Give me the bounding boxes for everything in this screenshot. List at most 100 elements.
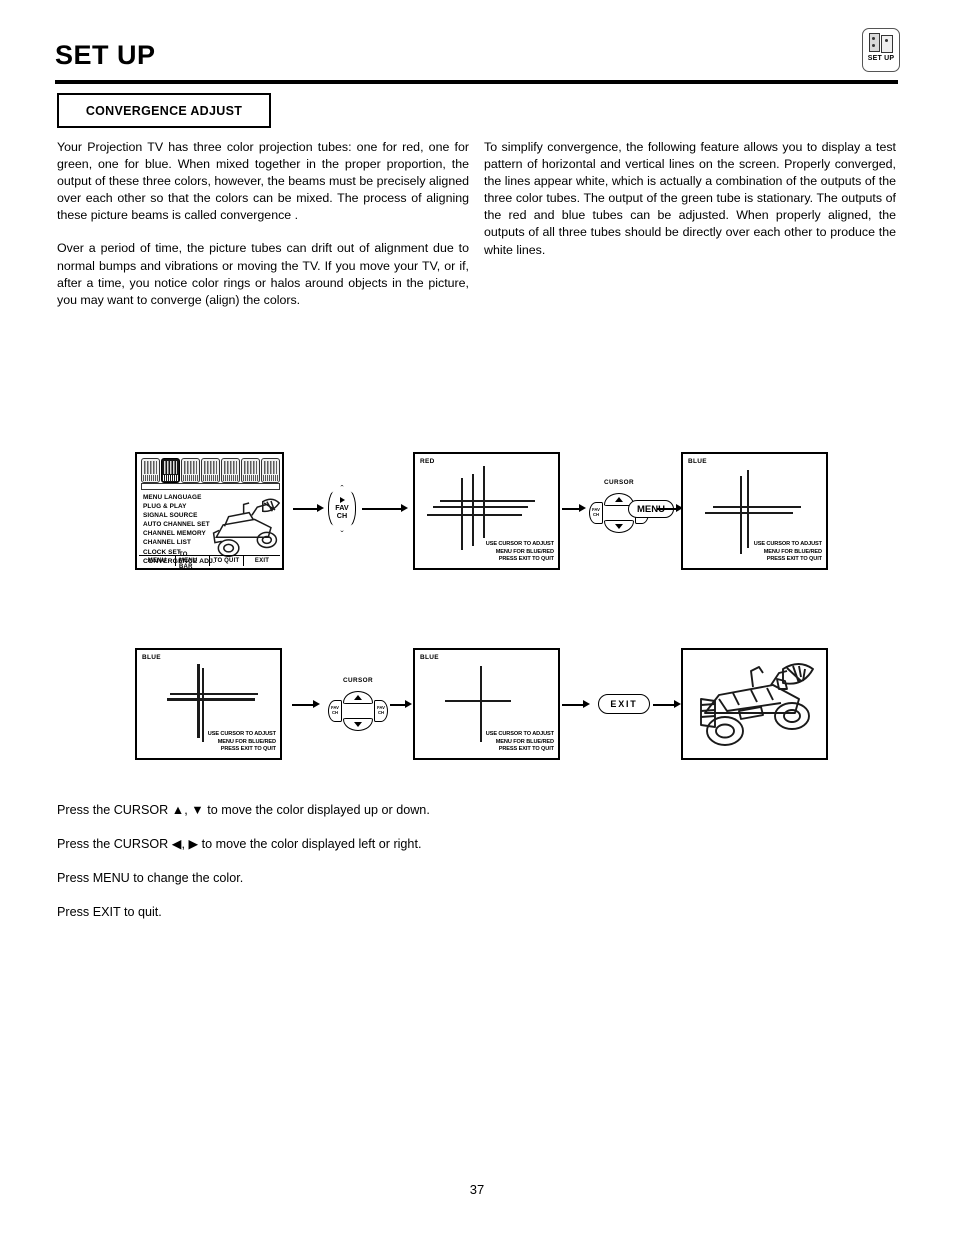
instruction-line: Press MENU to change the color.	[57, 871, 244, 885]
page-title: SET UP	[55, 40, 156, 70]
osd-icon-video[interactable]	[201, 458, 220, 483]
fav-ch-button[interactable]: FAV CH	[328, 485, 356, 532]
osd-icon-closed-caption[interactable]	[181, 458, 200, 483]
instruction-line: Press the CURSOR ▲, ▼ to move the color …	[57, 803, 430, 817]
cursor-pad-control[interactable]: CURSOR FAVCH FAVCH	[327, 677, 389, 733]
osd-icon-picture[interactable]	[141, 458, 160, 483]
cursor-down-button[interactable]	[343, 718, 373, 731]
osd-bottom-menu[interactable]: MENU	[139, 556, 176, 566]
setup-panel-icon	[868, 32, 895, 54]
flow-arrow-line	[390, 704, 406, 706]
final-picture-screen	[681, 648, 828, 760]
green-horizontal-line	[167, 698, 255, 701]
osd-bottom-to-quit: TO QUIT	[210, 556, 244, 566]
ch-label: CH	[592, 512, 600, 517]
green-horizontal-line	[433, 506, 528, 509]
screen-instruction-note: USE CURSOR TO ADJUST MENU FOR BLUE/RED P…	[754, 541, 822, 564]
green-horizontal-line	[713, 506, 801, 509]
page-header: SET UP	[55, 42, 897, 69]
flow-arrow-head	[405, 700, 412, 708]
flow-arrow-line	[362, 508, 402, 510]
exit-button[interactable]: EXIT	[598, 694, 650, 714]
note-line: USE CURSOR TO ADJUST	[485, 731, 554, 738]
section-heading-box: CONVERGENCE ADJUST	[57, 93, 271, 128]
note-line: MENU FOR BLUE/RED	[217, 738, 276, 745]
note-line: PRESS EXIT TO QUIT	[498, 556, 554, 563]
screen-color-tag: BLUE	[142, 654, 161, 661]
flow-arrow-head	[674, 700, 681, 708]
ch-label: CH	[331, 710, 339, 715]
cursor-up-button[interactable]	[343, 691, 373, 704]
osd-icon-info[interactable]	[261, 458, 281, 483]
screen-color-tag: RED	[420, 458, 435, 465]
flow-arrow-line	[657, 508, 677, 510]
section-heading-label: CONVERGENCE ADJUST	[85, 103, 243, 118]
note-line: PRESS EXIT TO QUIT	[498, 746, 554, 753]
osd-icon-setup[interactable]	[161, 458, 180, 483]
screen-instruction-note: USE CURSOR TO ADJUST MENU FOR BLUE/RED P…	[486, 731, 554, 754]
instructions-block: Press the CURSOR ▲, ▼ to move the color …	[57, 802, 577, 938]
flow-arrow-head	[583, 700, 590, 708]
flow-arrow-line	[293, 508, 318, 510]
flow-arrow-head	[401, 504, 408, 512]
screen-color-tag: BLUE	[688, 458, 707, 465]
screen-instruction-note: USE CURSOR TO ADJUST MENU FOR BLUE/RED P…	[486, 541, 554, 564]
instruction-line: Press EXIT to quit.	[57, 905, 162, 919]
setup-badge: SET UP	[862, 28, 900, 72]
green-vertical-line	[472, 474, 475, 546]
paragraph: To simplify convergence, the following f…	[484, 140, 896, 257]
osd-icon-audio[interactable]	[221, 458, 240, 483]
cursor-right-button[interactable]: FAVCH	[374, 700, 388, 722]
flow-arrow-head	[579, 504, 586, 512]
blue-horizontal-line	[427, 514, 522, 517]
osd-bottom-bar: MENU TO MENU BAR TO QUIT EXIT	[139, 552, 280, 568]
green-vertical-line	[747, 470, 750, 548]
osd-icon-bar-underline	[141, 483, 280, 490]
cursor-left-button[interactable]: FAV CH	[328, 700, 342, 722]
down-arrow-icon	[615, 524, 623, 529]
note-line: MENU FOR BLUE/RED	[763, 548, 822, 555]
note-line: USE CURSOR TO ADJUST	[753, 541, 822, 548]
exit-button-label: EXIT	[610, 699, 638, 709]
header-divider	[55, 80, 898, 84]
osd-icon-bar	[141, 458, 281, 483]
note-line: USE CURSOR TO ADJUST	[207, 731, 276, 738]
flow-arrow-line	[292, 704, 314, 706]
cursor-pad-label: CURSOR	[342, 677, 374, 684]
blue-horizontal-line	[170, 693, 258, 696]
flow-arrow-head	[317, 504, 324, 512]
note-line: USE CURSOR TO ADJUST	[485, 541, 554, 548]
flow-arrow-line	[653, 704, 675, 706]
green-vertical-line	[197, 664, 200, 738]
flow-arrow-line	[562, 704, 584, 706]
blue-vertical-line	[202, 668, 205, 742]
flow-arrow-line	[562, 508, 580, 510]
osd-bottom-to-menu-bar: TO MENU BAR	[176, 552, 210, 568]
note-line: MENU FOR BLUE/RED	[495, 738, 554, 745]
page-number: 37	[0, 1182, 954, 1197]
page-number-value: 37	[469, 1182, 485, 1197]
osd-icon-v-chip[interactable]	[241, 458, 260, 483]
cursor-left-button[interactable]: FAV CH	[589, 502, 603, 524]
body-column-left: Your Projection TV has three color proje…	[57, 139, 469, 325]
setup-badge-label: SET UP	[867, 55, 895, 62]
osd-bottom-exit[interactable]: EXIT	[244, 556, 280, 566]
converged-vertical-line	[480, 666, 483, 742]
osd-menu-screen: MENU LANGUAGE PLUG & PLAY SIGNAL SOURCE …	[135, 452, 284, 570]
blue-test-pattern-screen-adjusting: BLUE USE CURSOR TO ADJUST MENU FOR BLUE/…	[135, 648, 282, 760]
note-line: PRESS EXIT TO QUIT	[766, 556, 822, 563]
note-line: MENU FOR BLUE/RED	[495, 548, 554, 555]
rover-illustration	[212, 498, 281, 558]
cursor-down-button[interactable]	[604, 520, 634, 533]
red-test-pattern-screen: RED USE CURSOR TO ADJUST MENU FOR BLUE/R…	[413, 452, 560, 570]
rover-illustration	[700, 663, 814, 746]
instruction-line: Press the CURSOR ◀, ▶ to move the color …	[57, 837, 422, 851]
flow-arrow-head	[313, 700, 320, 708]
cursor-pad-label: CURSOR	[603, 479, 635, 486]
converged-horizontal-line	[445, 700, 511, 703]
note-line: PRESS EXIT TO QUIT	[220, 746, 276, 753]
blue-horizontal-line	[705, 512, 793, 515]
fav-ch-label-line2: CH	[336, 511, 348, 520]
up-arrow-icon	[354, 695, 362, 700]
blue-test-pattern-screen-initial: BLUE USE CURSOR TO ADJUST MENU FOR BLUE/…	[681, 452, 828, 570]
